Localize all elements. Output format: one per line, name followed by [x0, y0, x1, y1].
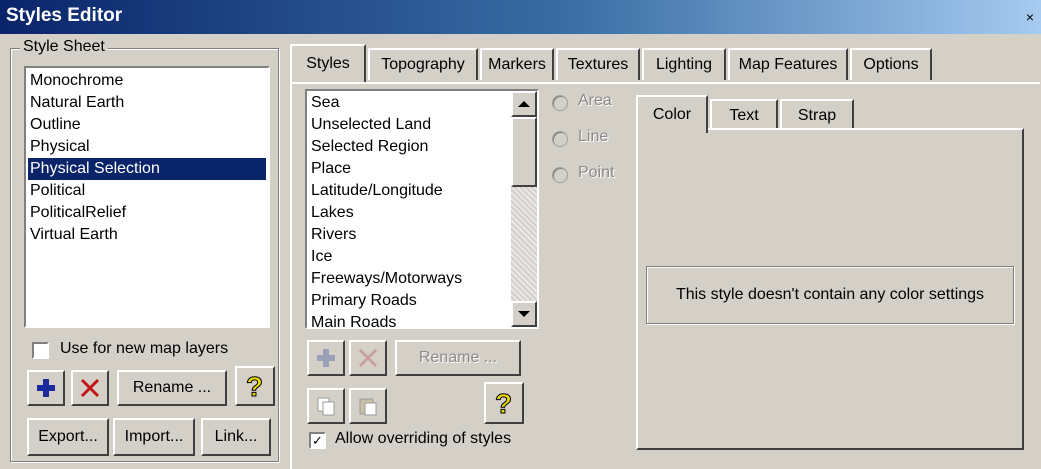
rename-style-sheet-button[interactable]: Rename ... [117, 370, 227, 406]
style-sheet-list[interactable]: Monochrome Natural Earth Outline Physical Ph… [24, 66, 270, 328]
style-item[interactable]: Selected Region [309, 136, 428, 158]
export-button[interactable]: Export... [27, 418, 109, 456]
scroll-down-button[interactable] [511, 301, 537, 327]
add-style-sheet-button[interactable] [27, 370, 65, 406]
window-title: Styles Editor [6, 5, 123, 26]
paste-icon [359, 398, 377, 416]
style-item[interactable]: Latitude/Longitude [309, 180, 443, 202]
arrow-down-icon [518, 311, 530, 317]
style-item[interactable]: Place [309, 158, 351, 180]
tab-textures[interactable]: Textures [556, 48, 640, 80]
style-item[interactable]: Rivers [309, 224, 356, 246]
tab-topography[interactable]: Topography [368, 48, 478, 80]
style-item[interactable]: Primary Roads [309, 290, 417, 312]
style-item[interactable]: Freeways/Motorways [309, 268, 462, 290]
style-sheet-item[interactable]: Political [28, 180, 266, 202]
use-for-new-layers-checkbox[interactable] [32, 342, 49, 359]
help-question-icon: ? [246, 371, 264, 401]
style-sheet-legend: Style Sheet [20, 38, 108, 56]
style-item[interactable]: Unselected Land [309, 114, 431, 136]
style-item[interactable]: Main Roads [309, 312, 396, 327]
style-item[interactable]: Sea [309, 92, 339, 114]
color-message: This style doesn't contain any color set… [646, 266, 1014, 324]
tab-options[interactable]: Options [850, 48, 932, 80]
scroll-thumb[interactable] [511, 117, 537, 187]
inner-tab-strap[interactable]: Strap [780, 99, 854, 131]
styles-editor-window: Styles Editor × Style Sheet Monochrome Na… [0, 0, 1041, 469]
delete-style-sheet-button[interactable] [71, 370, 109, 406]
copy-style-button[interactable] [307, 388, 345, 424]
tab-lighting[interactable]: Lighting [642, 48, 726, 80]
arrow-up-icon [518, 101, 530, 107]
plus-icon [37, 379, 55, 397]
style-sheet-item[interactable]: Physical [28, 136, 266, 158]
allow-overriding-checkbox[interactable]: ✓ [309, 432, 326, 449]
help-question-icon: ? [495, 388, 513, 418]
delete-x-icon [80, 378, 100, 398]
tab-markers[interactable]: Markers [480, 48, 554, 80]
close-icon[interactable]: × [1021, 9, 1039, 27]
styles-list-scrollbar[interactable] [511, 91, 537, 327]
help-button[interactable]: ? [235, 366, 275, 406]
inner-tab-color[interactable]: Color [636, 95, 708, 133]
tab-map-features[interactable]: Map Features [728, 48, 848, 80]
tab-styles[interactable]: Styles [290, 44, 366, 82]
copy-icon [317, 397, 335, 416]
style-sheet-item[interactable]: Natural Earth [28, 92, 266, 114]
style-sheet-item[interactable]: Monochrome [28, 70, 266, 92]
style-sheet-item[interactable]: PoliticalRelief [28, 202, 266, 224]
style-item[interactable]: Lakes [309, 202, 354, 224]
use-for-new-layers-label: Use for new map layers [60, 340, 229, 357]
styles-help-button[interactable]: ? [484, 382, 524, 424]
add-style-button[interactable] [307, 340, 345, 376]
scroll-up-button[interactable] [511, 91, 537, 117]
radio-area-label: Area [578, 92, 612, 109]
svg-text:?: ? [246, 371, 263, 401]
style-sheet-item[interactable]: Virtual Earth [28, 224, 266, 246]
title-bar: Styles Editor × [0, 0, 1041, 34]
paste-style-button[interactable] [349, 388, 387, 424]
style-item[interactable]: Ice [309, 246, 332, 268]
scroll-track[interactable] [511, 187, 537, 301]
link-button[interactable]: Link... [201, 418, 271, 456]
styles-list[interactable]: Sea Unselected Land Selected Region Place La… [305, 89, 539, 329]
allow-overriding-label: Allow overriding of styles [335, 430, 512, 447]
delete-style-button[interactable] [349, 340, 387, 376]
radio-area[interactable] [552, 95, 568, 111]
radio-line[interactable] [552, 131, 568, 147]
style-sheet-item[interactable]: Outline [28, 114, 266, 136]
check-icon: ✓ [312, 433, 323, 448]
style-sheet-item[interactable]: Physical Selection [27, 157, 267, 181]
radio-point[interactable] [552, 167, 568, 183]
radio-line-label: Line [578, 128, 609, 145]
plus-icon [317, 349, 335, 367]
svg-text:?: ? [495, 388, 512, 418]
radio-point-label: Point [578, 164, 615, 181]
rename-style-button[interactable]: Rename ... [395, 340, 521, 376]
inner-tab-text[interactable]: Text [710, 99, 778, 131]
delete-x-icon [358, 348, 378, 368]
import-button[interactable]: Import... [113, 418, 195, 456]
